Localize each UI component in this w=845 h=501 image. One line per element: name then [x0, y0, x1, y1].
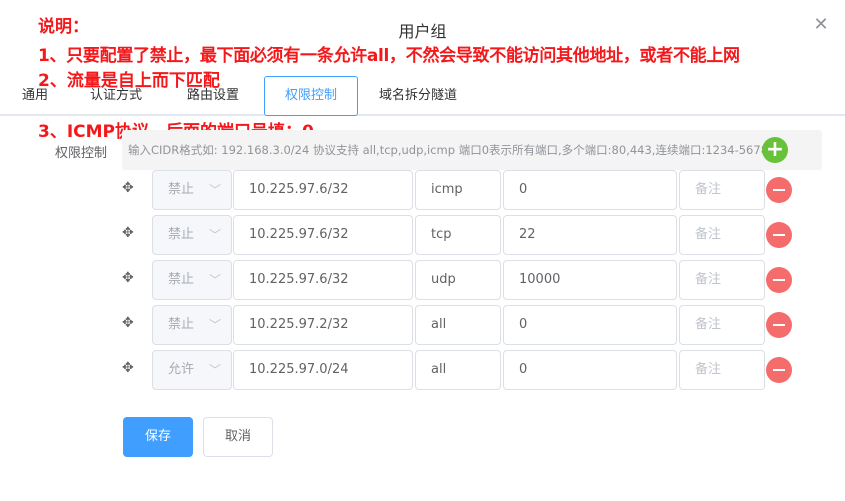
- tab-bar: 通用 认证方式 路由设置 权限控制 域名拆分隧道: [0, 76, 845, 116]
- acl-hint: 输入CIDR格式如: 192.168.3.0/24 协议支持 all,tcp,u…: [122, 130, 822, 170]
- remove-rule-button[interactable]: [766, 177, 792, 203]
- tab-access-control[interactable]: 权限控制: [264, 76, 358, 116]
- protocol-input[interactable]: udp: [415, 260, 501, 300]
- add-rule-button[interactable]: +: [762, 137, 788, 163]
- remove-rule-button[interactable]: [766, 222, 792, 248]
- port-input[interactable]: 0: [503, 170, 677, 210]
- drag-handle-icon[interactable]: ✥: [122, 225, 138, 241]
- remark-input[interactable]: 备注: [679, 305, 765, 345]
- drag-handle-icon[interactable]: ✥: [122, 360, 138, 376]
- remark-input[interactable]: 备注: [679, 350, 765, 390]
- tab-general[interactable]: 通用: [22, 76, 48, 114]
- note-line-1: 1、只要配置了禁止，最下面必须有一条允许all，不然会导致不能访问其他地址，或者…: [38, 46, 740, 66]
- protocol-input[interactable]: tcp: [415, 215, 501, 255]
- cidr-input[interactable]: 10.225.97.6/32: [233, 260, 413, 300]
- chevron-down-icon: ﹀: [208, 363, 221, 377]
- rule-row: ✥ 允许 ﹀ 10.225.97.0/24 all 0 备注: [118, 350, 798, 390]
- protocol-input[interactable]: all: [415, 305, 501, 345]
- remove-rule-button[interactable]: [766, 267, 792, 293]
- drag-handle-icon[interactable]: ✥: [122, 270, 138, 286]
- tab-route-settings[interactable]: 路由设置: [187, 76, 239, 114]
- protocol-input[interactable]: all: [415, 350, 501, 390]
- drag-handle-icon[interactable]: ✥: [122, 180, 138, 196]
- cidr-input[interactable]: 10.225.97.2/32: [233, 305, 413, 345]
- cancel-button[interactable]: 取消: [203, 417, 273, 457]
- action-value: 禁止: [168, 317, 195, 332]
- note-title: 说明：: [38, 17, 89, 37]
- port-input[interactable]: 0: [503, 305, 677, 345]
- rule-row: ✥ 禁止 ﹀ 10.225.97.6/32 icmp 0 备注: [118, 170, 798, 210]
- close-icon[interactable]: ✕: [812, 16, 830, 34]
- rule-row: ✥ 禁止 ﹀ 10.225.97.6/32 tcp 22 备注: [118, 215, 798, 255]
- rule-row: ✥ 禁止 ﹀ 10.225.97.6/32 udp 10000 备注: [118, 260, 798, 300]
- action-value: 禁止: [168, 182, 195, 197]
- drag-handle-icon[interactable]: ✥: [122, 315, 138, 331]
- chevron-down-icon: ﹀: [208, 228, 221, 242]
- action-value: 允许: [168, 362, 195, 377]
- action-select[interactable]: 禁止 ﹀: [152, 305, 232, 345]
- acl-label: 权限控制: [55, 146, 108, 161]
- cidr-input[interactable]: 10.225.97.0/24: [233, 350, 413, 390]
- tab-auth-method[interactable]: 认证方式: [90, 76, 142, 114]
- port-input[interactable]: 22: [503, 215, 677, 255]
- remark-input[interactable]: 备注: [679, 215, 765, 255]
- remove-rule-button[interactable]: [766, 312, 792, 338]
- cidr-input[interactable]: 10.225.97.6/32: [233, 215, 413, 255]
- action-value: 禁止: [168, 227, 195, 242]
- action-select[interactable]: 允许 ﹀: [152, 350, 232, 390]
- chevron-down-icon: ﹀: [208, 273, 221, 287]
- tab-domain-split-tunnel[interactable]: 域名拆分隧道: [379, 76, 457, 114]
- action-select[interactable]: 禁止 ﹀: [152, 260, 232, 300]
- remark-input[interactable]: 备注: [679, 260, 765, 300]
- remove-rule-button[interactable]: [766, 357, 792, 383]
- chevron-down-icon: ﹀: [208, 318, 221, 332]
- port-input[interactable]: 0: [503, 350, 677, 390]
- action-select[interactable]: 禁止 ﹀: [152, 170, 232, 210]
- action-value: 禁止: [168, 272, 195, 287]
- cidr-input[interactable]: 10.225.97.6/32: [233, 170, 413, 210]
- action-select[interactable]: 禁止 ﹀: [152, 215, 232, 255]
- port-input[interactable]: 10000: [503, 260, 677, 300]
- rule-row: ✥ 禁止 ﹀ 10.225.97.2/32 all 0 备注: [118, 305, 798, 345]
- save-button[interactable]: 保存: [123, 417, 193, 457]
- chevron-down-icon: ﹀: [208, 183, 221, 197]
- dialog-title: 用户组: [398, 22, 447, 41]
- protocol-input[interactable]: icmp: [415, 170, 501, 210]
- remark-input[interactable]: 备注: [679, 170, 765, 210]
